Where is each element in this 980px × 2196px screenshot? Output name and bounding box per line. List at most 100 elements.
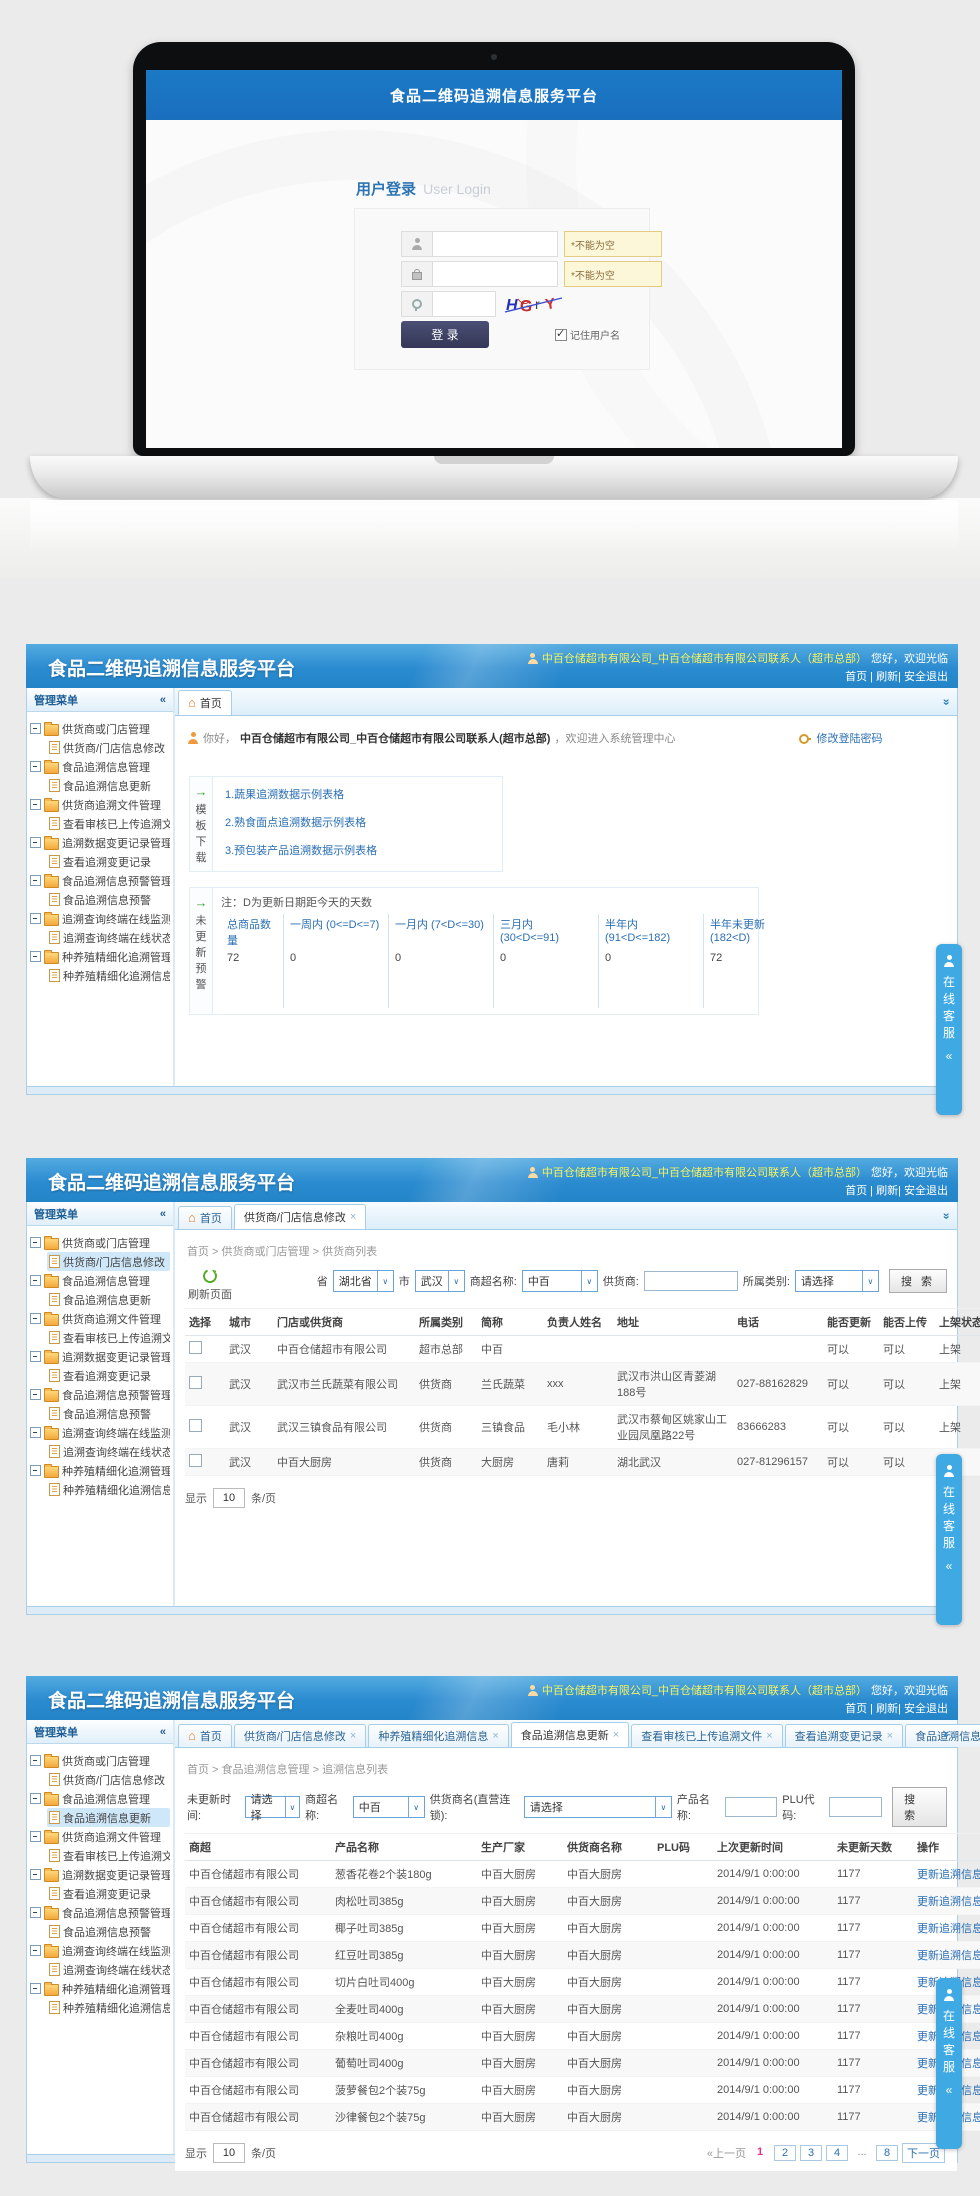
column-header[interactable]: 操作 xyxy=(913,1834,980,1861)
sidebar-group-label[interactable]: 种养殖精细化追溯管理 xyxy=(62,1981,170,1997)
close-icon[interactable] xyxy=(613,1729,619,1741)
sidebar-group-row[interactable]: 追溯数据变更记录管理 xyxy=(30,1347,170,1366)
username-input[interactable] xyxy=(432,231,558,257)
store-select[interactable]: 中百 xyxy=(353,1796,425,1818)
sidebar-group-row[interactable]: 食品追溯信息管理 xyxy=(30,1789,170,1808)
sidebar-group-row[interactable]: 追溯查询终端在线监测 xyxy=(30,1941,170,1960)
sidebar-item-label[interactable]: 供货商/门店信息修改 xyxy=(63,1254,165,1270)
column-header[interactable]: 上次更新时间 xyxy=(713,1834,833,1861)
sidebar-item-label[interactable]: 种养殖精细化追溯信息 xyxy=(63,968,170,984)
expand-icon[interactable] xyxy=(30,875,41,886)
time-select[interactable]: 请选择 xyxy=(245,1796,300,1818)
expand-icon[interactable] xyxy=(30,723,41,734)
remember-username[interactable]: 记住用户名 xyxy=(555,327,620,342)
sidebar-item[interactable]: 追溯查询终端在线状态 xyxy=(47,928,170,947)
sidebar-item[interactable]: 供货商/门店信息修改 xyxy=(47,738,170,757)
sidebar-group-label[interactable]: 供货商或门店管理 xyxy=(62,721,150,737)
expand-icon[interactable] xyxy=(30,1351,41,1362)
expand-icon[interactable] xyxy=(30,1465,41,1476)
template-link[interactable]: 3.预包装产品追溯数据示例表格 xyxy=(225,842,377,858)
sidebar-group-label[interactable]: 食品追溯信息管理 xyxy=(62,1273,150,1289)
category-select[interactable]: 请选择 xyxy=(795,1270,879,1292)
column-header[interactable]: 门店或供货商 xyxy=(273,1309,415,1336)
update-trace-link[interactable]: 更新追溯信息 xyxy=(917,1869,980,1881)
collapse-tabs-button[interactable] xyxy=(942,1727,949,1741)
header-nav-links[interactable]: 首页 | 刷新| 安全退出 xyxy=(845,1182,948,1198)
row-checkbox[interactable] xyxy=(189,1341,202,1354)
sidebar-group-row[interactable]: 供货商或门店管理 xyxy=(30,1233,170,1252)
captcha-input[interactable] xyxy=(432,291,496,317)
sidebar-group-row[interactable]: 食品追溯信息管理 xyxy=(30,1271,170,1290)
row-checkbox[interactable] xyxy=(189,1454,202,1467)
online-service-tab[interactable]: 在线客服 « xyxy=(936,944,962,1115)
expand-icon[interactable] xyxy=(30,1389,41,1400)
update-trace-link[interactable]: 更新追溯信息 xyxy=(917,1923,980,1935)
page-size-input[interactable]: 10 xyxy=(213,2143,245,2163)
sidebar-group-row[interactable]: 种养殖精细化追溯管理 xyxy=(30,1461,170,1480)
column-header[interactable]: 供货商名称 xyxy=(563,1834,653,1861)
supplier-select[interactable]: 请选择 xyxy=(524,1796,672,1818)
close-icon[interactable] xyxy=(492,1730,498,1742)
sidebar-group-row[interactable]: 供货商追溯文件管理 xyxy=(30,1309,170,1328)
update-trace-link[interactable]: 更新追溯信息 xyxy=(917,1896,980,1908)
sidebar-item[interactable]: 追溯查询终端在线状态 xyxy=(47,1960,170,1979)
column-header[interactable]: 商超 xyxy=(185,1834,331,1861)
sidebar-group-row[interactable]: 追溯查询终端在线监测 xyxy=(30,909,170,928)
expand-icon[interactable] xyxy=(30,799,41,810)
tab-home[interactable]: 首页 xyxy=(178,690,232,715)
close-icon[interactable] xyxy=(766,1730,772,1742)
sidebar-item[interactable]: 供货商/门店信息修改 xyxy=(47,1252,170,1271)
tab-supplier-edit[interactable]: 供货商/门店信息修改 xyxy=(234,1204,367,1229)
sidebar-item-label[interactable]: 食品追溯信息预警 xyxy=(63,1406,151,1422)
sidebar-item[interactable]: 供货商/门店信息修改 xyxy=(47,1770,170,1789)
sidebar-group-row[interactable]: 供货商或门店管理 xyxy=(30,1751,170,1770)
expand-icon[interactable] xyxy=(30,913,41,924)
column-header[interactable]: 所属类别 xyxy=(415,1309,477,1336)
column-header[interactable]: 未更新天数 xyxy=(833,1834,913,1861)
page-size-input[interactable]: 10 xyxy=(213,1488,245,1508)
sidebar-item[interactable]: 食品追溯信息更新 xyxy=(47,1808,170,1827)
sidebar-item-label[interactable]: 追溯查询终端在线状态 xyxy=(63,930,170,946)
sidebar-item-label[interactable]: 追溯查询终端在线状态 xyxy=(63,1444,170,1460)
captcha-image[interactable]: H G r Y xyxy=(504,291,566,317)
sidebar-item[interactable]: 追溯查询终端在线状态 xyxy=(47,1442,170,1461)
expand-icon[interactable] xyxy=(30,1275,41,1286)
sidebar-item-label[interactable]: 食品追溯信息预警 xyxy=(63,1924,151,1940)
sidebar-group-label[interactable]: 追溯查询终端在线监测 xyxy=(62,1943,170,1959)
expand-icon[interactable] xyxy=(30,1755,41,1766)
page-number[interactable]: 8 xyxy=(876,2145,898,2161)
page-number[interactable]: 2 xyxy=(774,2145,796,2161)
sidebar-group-row[interactable]: 追溯查询终端在线监测 xyxy=(30,1423,170,1442)
sidebar-group-row[interactable]: 种养殖精细化追溯管理 xyxy=(30,1979,170,1998)
sidebar-item-label[interactable]: 食品追溯信息更新 xyxy=(63,1292,151,1308)
tab-home[interactable]: 首页 xyxy=(178,1206,232,1229)
sidebar-group-label[interactable]: 供货商追溯文件管理 xyxy=(62,1311,161,1327)
sidebar-group-label[interactable]: 种养殖精细化追溯管理 xyxy=(62,949,170,965)
sidebar-item-label[interactable]: 查看审核已上传追溯文件 xyxy=(63,1848,170,1864)
sidebar-item[interactable]: 查看审核已上传追溯文件 xyxy=(47,814,170,833)
collapse-tabs-button[interactable] xyxy=(942,1209,949,1223)
sidebar-collapse-icon[interactable]: « xyxy=(160,694,166,706)
sidebar-item-label[interactable]: 食品追溯信息预警 xyxy=(63,892,151,908)
sidebar-item-label[interactable]: 供货商/门店信息修改 xyxy=(63,740,165,756)
sidebar-group-label[interactable]: 供货商或门店管理 xyxy=(62,1235,150,1251)
row-checkbox[interactable] xyxy=(189,1419,202,1432)
sidebar-group-label[interactable]: 食品追溯信息预警管理 xyxy=(62,1905,170,1921)
sidebar-group-label[interactable]: 食品追溯信息管理 xyxy=(62,1791,150,1807)
sidebar-item-label[interactable]: 种养殖精细化追溯信息 xyxy=(63,1482,170,1498)
sidebar-item-label[interactable]: 食品追溯信息更新 xyxy=(63,1810,151,1826)
sidebar-item-label[interactable]: 查看追溯变更记录 xyxy=(63,854,151,870)
expand-icon[interactable] xyxy=(30,1869,41,1880)
sidebar-item[interactable]: 食品追溯信息预警 xyxy=(47,890,170,909)
tab-supplier-edit[interactable]: 供货商/门店信息修改 xyxy=(234,1724,367,1747)
sidebar-item[interactable]: 查看审核已上传追溯文件 xyxy=(47,1328,170,1347)
sidebar-item-label[interactable]: 查看审核已上传追溯文件 xyxy=(63,816,170,832)
expand-icon[interactable] xyxy=(30,1831,41,1842)
store-select[interactable]: 中百 xyxy=(522,1270,598,1292)
sidebar-group-row[interactable]: 追溯数据变更记录管理 xyxy=(30,1865,170,1884)
sidebar-group-label[interactable]: 供货商追溯文件管理 xyxy=(62,797,161,813)
sidebar-item[interactable]: 查看追溯变更记录 xyxy=(47,1366,170,1385)
expand-icon[interactable] xyxy=(30,1793,41,1804)
sidebar-collapse-icon[interactable]: « xyxy=(160,1726,166,1738)
close-icon[interactable] xyxy=(350,1730,356,1742)
